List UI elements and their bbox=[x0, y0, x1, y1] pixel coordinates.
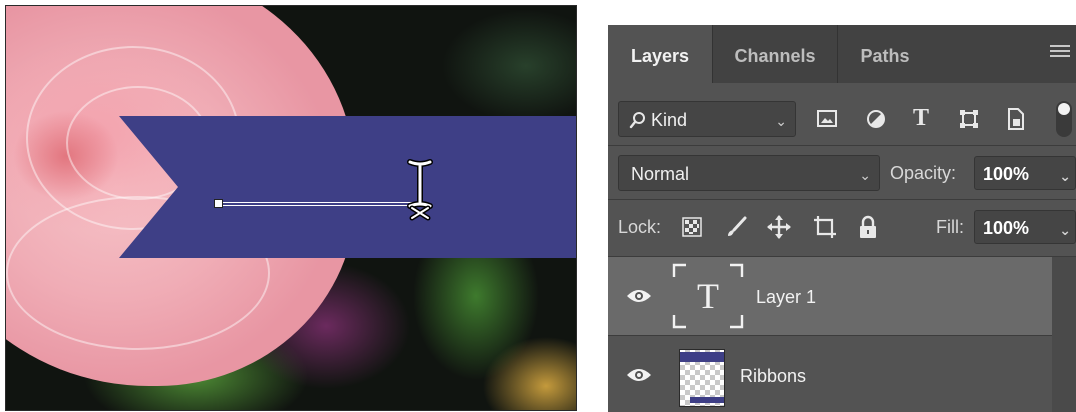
ribbons-layer-thumbnail bbox=[679, 349, 725, 407]
ribbon-shape bbox=[119, 116, 576, 258]
lock-position-icon[interactable] bbox=[766, 214, 792, 240]
filter-kind-select[interactable]: Kind ⌄ bbox=[618, 101, 796, 137]
opacity-field[interactable]: 100% ⌄ bbox=[974, 156, 1076, 190]
panel-tab-bar: Layers Channels Paths bbox=[608, 25, 1076, 83]
layers-scrollbar[interactable] bbox=[1052, 257, 1076, 412]
row-divider bbox=[608, 199, 1076, 200]
panel-menu-icon[interactable] bbox=[1050, 45, 1070, 60]
text-cursor-icon bbox=[407, 159, 433, 221]
shape-filter-icon[interactable] bbox=[958, 108, 980, 130]
visibility-eye-icon[interactable] bbox=[626, 367, 652, 383]
lock-image-icon[interactable] bbox=[724, 215, 748, 239]
chevron-down-icon: ⌄ bbox=[859, 167, 871, 183]
type-filter-icon[interactable]: T bbox=[913, 105, 929, 132]
document-canvas[interactable] bbox=[5, 5, 577, 411]
layer-name-ribbons[interactable]: Ribbons bbox=[740, 366, 806, 387]
tab-channels[interactable]: Channels bbox=[713, 25, 837, 83]
chevron-down-icon: ⌄ bbox=[1059, 222, 1071, 238]
tab-paths[interactable]: Paths bbox=[838, 25, 932, 83]
layer-row-ribbons[interactable]: Ribbons bbox=[608, 336, 1052, 412]
blend-mode-value: Normal bbox=[631, 164, 690, 184]
chevron-down-icon: ⌄ bbox=[1059, 168, 1071, 184]
fill-field[interactable]: 100% ⌄ bbox=[974, 210, 1076, 244]
thumbnail-ribbon-band bbox=[690, 397, 724, 403]
image-filter-icon[interactable] bbox=[816, 109, 838, 129]
lock-artboard-icon[interactable] bbox=[812, 214, 838, 240]
lock-transparent-icon[interactable] bbox=[682, 217, 702, 237]
text-layer-glyph: T bbox=[697, 276, 719, 316]
opacity-label: Opacity: bbox=[890, 163, 957, 183]
search-icon bbox=[629, 112, 645, 129]
adjustment-filter-icon[interactable] bbox=[866, 109, 886, 129]
text-anchor-handle[interactable] bbox=[214, 199, 223, 208]
layer-name-layer-1[interactable]: Layer 1 bbox=[756, 287, 816, 308]
smart-object-filter-icon[interactable] bbox=[1006, 107, 1026, 131]
fill-label: Fill: bbox=[936, 217, 964, 237]
tab-layers[interactable]: Layers bbox=[608, 25, 712, 83]
lock-label: Lock: bbox=[618, 217, 662, 237]
filter-kind-label: Kind bbox=[651, 110, 688, 130]
layer-row-layer-1[interactable]: T Layer 1 bbox=[608, 257, 1052, 335]
toggle-knob bbox=[1058, 103, 1070, 115]
thumbnail-ribbon-band bbox=[680, 352, 724, 362]
layers-panel: Layers Channels Paths Kind ⌄ T Normal ⌄ … bbox=[608, 25, 1076, 412]
lock-all-icon[interactable] bbox=[858, 215, 878, 239]
text-layer-thumbnail: T bbox=[672, 263, 744, 329]
text-path-line bbox=[218, 202, 414, 206]
row-divider bbox=[608, 145, 1076, 146]
fill-value: 100% bbox=[983, 218, 1030, 238]
opacity-value: 100% bbox=[983, 164, 1030, 184]
blend-mode-select[interactable]: Normal ⌄ bbox=[618, 155, 880, 191]
filter-toggle-switch[interactable] bbox=[1056, 101, 1072, 137]
visibility-eye-icon[interactable] bbox=[626, 288, 652, 304]
chevron-down-icon: ⌄ bbox=[775, 113, 787, 129]
